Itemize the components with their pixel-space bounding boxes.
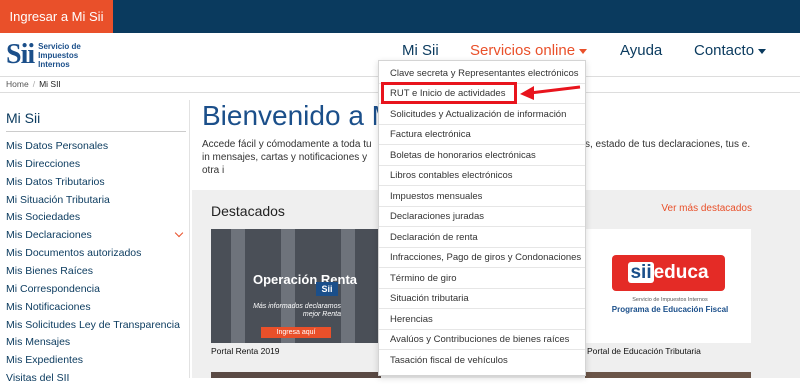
chevron-down-icon	[579, 48, 588, 54]
sidebar: Mi Sii Mis Datos Personales Mis Direccio…	[0, 100, 190, 384]
sidebar-item[interactable]: Mis Datos Tributarios	[6, 173, 186, 191]
sidebar-item[interactable]: Mis Bienes Raíces	[6, 262, 186, 280]
educa-logo-word: educa	[653, 262, 709, 283]
educa-card-image[interactable]: sii educa Servicio de Impuestos Internos …	[585, 229, 751, 343]
menu-item[interactable]: Declaraciones juradas	[379, 207, 585, 227]
menu-item[interactable]: Avalúos y Contribuciones de bienes raíce…	[379, 330, 585, 350]
menu-item[interactable]: Término de giro	[379, 269, 585, 289]
sidebar-item[interactable]: Mis Datos Personales	[6, 137, 186, 155]
arrow-head	[520, 86, 534, 100]
sidebar-item[interactable]: Mis Sociedades	[6, 208, 186, 226]
sidebar-item[interactable]: Visitas del SII	[6, 369, 186, 387]
login-button[interactable]: Ingresar a Mi Sii	[0, 0, 113, 33]
annotation-arrow-icon	[520, 85, 581, 100]
sidebar-title: Mi Sii	[6, 110, 41, 126]
nav-contacto[interactable]: Contacto	[694, 42, 767, 59]
menu-item[interactable]: Libros contables electrónicos	[379, 166, 585, 186]
breadcrumb-separator: /	[32, 79, 36, 89]
intro-text-left: Accede fácil y cómodamente a toda tu in …	[202, 139, 372, 176]
page-title: Bienvenido a M	[202, 100, 396, 131]
chevron-down-icon[interactable]	[174, 228, 184, 238]
nav-servicios-online[interactable]: Servicios online	[470, 42, 588, 59]
nav-servicios-online-label: Servicios online	[470, 42, 576, 59]
featured-title: Destacados	[211, 203, 285, 219]
sidebar-item[interactable]: Mis Documentos autorizados	[6, 244, 186, 262]
sidebar-divider	[6, 131, 186, 132]
sii-logo[interactable]: Sii Servicio de Impuestos Internos	[6, 41, 98, 69]
sidebar-item[interactable]: Mis Direcciones	[6, 155, 186, 173]
educa-logo: sii educa	[612, 255, 725, 291]
sidebar-item-label: Mis Declaraciones	[6, 229, 92, 241]
renta-banner-subtitle: Más informados declaramos mejor Renta	[253, 303, 341, 318]
logo-mark: Sii	[6, 39, 35, 70]
logo-text: Servicio de Impuestos Internos	[38, 41, 81, 69]
educa-logo-sub: Servicio de Impuestos Internos	[632, 297, 708, 303]
top-bar: Ingresar a Mi Sii	[0, 0, 800, 33]
menu-item[interactable]: Tasación fiscal de vehículos	[379, 351, 585, 371]
menu-item[interactable]: Infracciones, Pago de giros y Condonacio…	[379, 248, 585, 268]
nav-ayuda[interactable]: Ayuda	[620, 42, 662, 59]
menu-item[interactable]: Clave secreta y Representantes electróni…	[379, 64, 585, 84]
renta-banner-cta[interactable]: Ingresa aquí	[261, 327, 331, 338]
sidebar-item[interactable]: Mi Correspondencia	[6, 280, 186, 298]
sidebar-item-declaraciones[interactable]: Mis Declaraciones	[6, 226, 186, 244]
renta-banner-badge: Sii	[316, 282, 338, 296]
menu-item[interactable]: Impuestos mensuales	[379, 187, 585, 207]
sidebar-item[interactable]: Mis Notificaciones	[6, 298, 186, 316]
sidebar-item[interactable]: Mis Mensajes	[6, 333, 186, 351]
menu-item[interactable]: Herencias	[379, 310, 585, 330]
menu-item[interactable]: Declaración de renta	[379, 228, 585, 248]
educa-logo-program: Programa de Educación Fiscal	[611, 305, 729, 314]
photo-texture	[231, 229, 245, 343]
menu-item[interactable]: Boletas de honorarios electrónicas	[379, 146, 585, 166]
nav-contacto-label: Contacto	[694, 42, 755, 59]
renta-card-image[interactable]: Operación Renta Sii Más informados decla…	[211, 229, 381, 343]
highlight-box	[381, 82, 517, 104]
sidebar-item[interactable]: Mis Solicitudes Ley de Transparencia	[6, 316, 186, 334]
nav-ayuda-label: Ayuda	[620, 42, 663, 59]
educa-card-caption[interactable]: Portal de Educación Tributaria	[587, 346, 701, 356]
menu-item[interactable]: Situación tributaria	[379, 289, 585, 309]
sidebar-item[interactable]: Mi Situación Tributaria	[6, 191, 186, 209]
nav-mi-sii-label: Mi Sii	[402, 42, 439, 59]
renta-banner-title: Operación Renta	[253, 272, 358, 287]
educa-logo-sii: sii	[628, 262, 654, 283]
intro-text-right: s, estado de tus declaraciones, tus e.	[585, 139, 751, 150]
servicios-online-menu: Clave secreta y Representantes electróni…	[378, 60, 586, 376]
menu-item[interactable]: Factura electrónica	[379, 125, 585, 145]
menu-item[interactable]: Solicitudes y Actualización de informaci…	[379, 105, 585, 125]
featured-thumbnail[interactable]	[211, 372, 381, 378]
chevron-down-icon	[758, 48, 767, 54]
arrow-shaft	[529, 85, 581, 95]
nav-mi-sii[interactable]: Mi Sii	[402, 42, 439, 59]
breadcrumb-current: Mi SII	[39, 79, 61, 89]
breadcrumb-home[interactable]: Home	[6, 79, 29, 89]
featured-thumbnail[interactable]	[585, 372, 751, 378]
see-more-featured-link[interactable]: Ver más destacados	[661, 203, 752, 214]
renta-card-caption[interactable]: Portal Renta 2019	[211, 346, 280, 356]
sidebar-item[interactable]: Mis Expedientes	[6, 351, 186, 369]
